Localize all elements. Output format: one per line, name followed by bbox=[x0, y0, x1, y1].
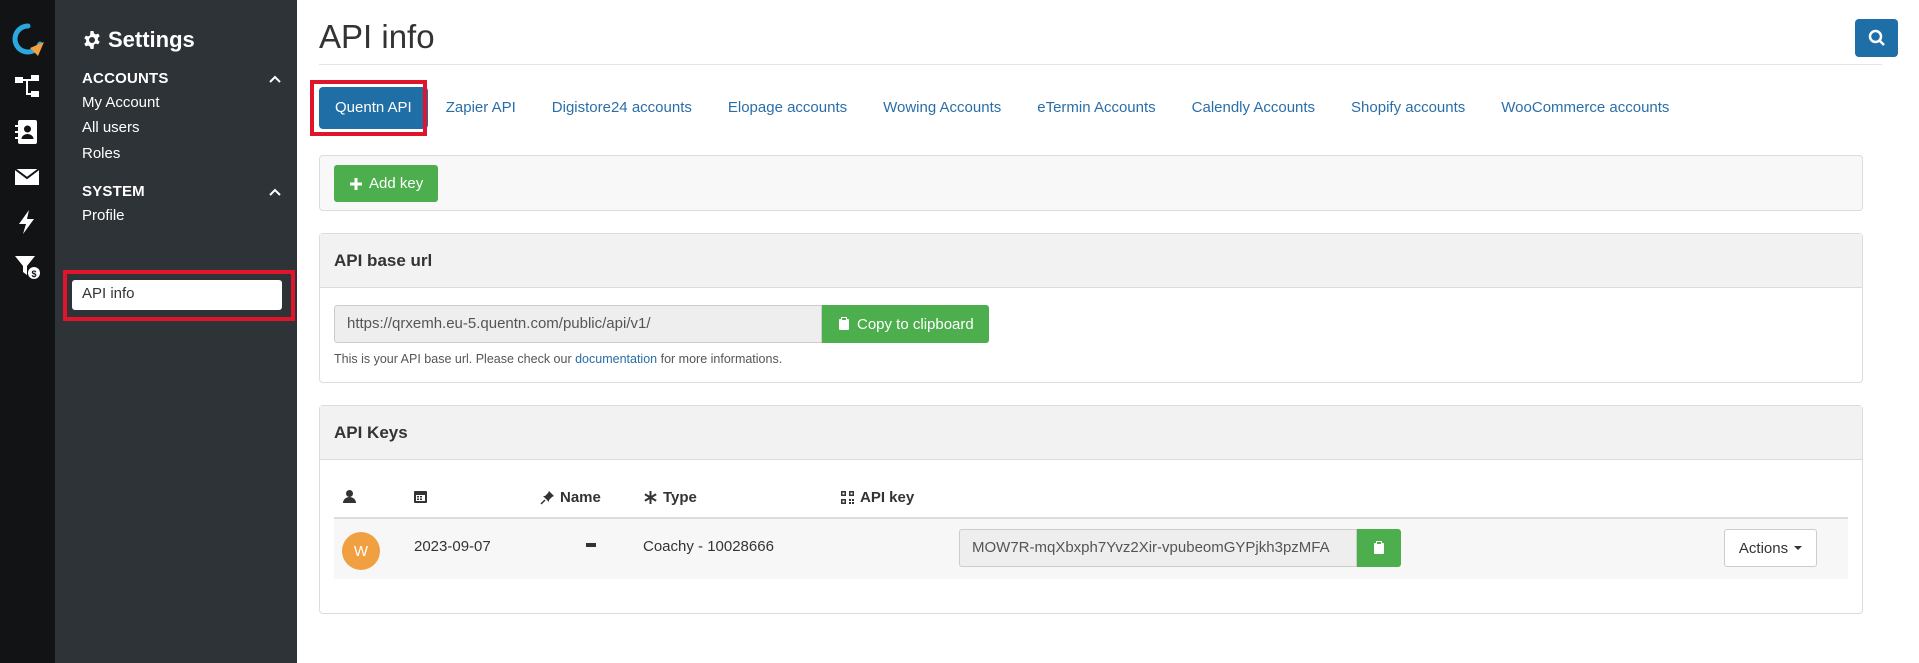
gear-icon bbox=[84, 31, 100, 49]
highlight-box-tab bbox=[310, 80, 427, 136]
api-tabs: Quentn API Zapier API Digistore24 accoun… bbox=[319, 87, 1687, 129]
app-rail: $ bbox=[0, 0, 55, 663]
caret-down-icon bbox=[1794, 546, 1803, 550]
funnel-tree-icon[interactable] bbox=[12, 72, 42, 102]
filter-money-icon[interactable]: $ bbox=[12, 252, 42, 282]
settings-sidebar: Settings ACCOUNTS My Account All users R… bbox=[55, 0, 297, 663]
add-key-label: Add key bbox=[369, 175, 424, 192]
column-header-user[interactable] bbox=[342, 489, 357, 504]
tab-wowing-accounts[interactable]: Wowing Accounts bbox=[865, 87, 1019, 129]
title-divider bbox=[319, 64, 1882, 65]
column-header-name[interactable]: Name bbox=[540, 489, 601, 506]
column-header-name-label: Name bbox=[560, 489, 601, 506]
sidebar-title: Settings bbox=[82, 27, 195, 53]
user-icon bbox=[343, 490, 356, 503]
calendar-icon bbox=[414, 491, 427, 503]
highlight-box-sidebar bbox=[63, 270, 295, 321]
row-type: Coachy - 10028666 bbox=[643, 538, 774, 555]
copy-api-key-button[interactable] bbox=[1357, 529, 1401, 567]
tab-calendly-accounts[interactable]: Calendly Accounts bbox=[1174, 87, 1333, 129]
tab-digistore24-accounts[interactable]: Digistore24 accounts bbox=[534, 87, 710, 129]
column-header-api-key[interactable]: API key bbox=[840, 489, 914, 506]
clipboard-icon bbox=[1374, 541, 1384, 554]
search-icon bbox=[1868, 29, 1885, 46]
row-name-empty bbox=[586, 543, 596, 547]
tab-etermin-accounts[interactable]: eTermin Accounts bbox=[1019, 87, 1173, 129]
column-header-api-key-label: API key bbox=[860, 489, 915, 506]
page-title: API info bbox=[319, 18, 435, 55]
api-keys-heading: API Keys bbox=[320, 406, 1862, 460]
tab-elopage-accounts[interactable]: Elopage accounts bbox=[710, 87, 865, 129]
sidebar-title-text: Settings bbox=[108, 27, 195, 52]
main-content: API info Quentn API Zapier API Digistore… bbox=[297, 0, 1919, 663]
sidebar-item-all-users[interactable]: All users bbox=[82, 119, 140, 136]
add-key-button[interactable]: Add key bbox=[334, 165, 439, 202]
sidebar-item-profile[interactable]: Profile bbox=[82, 207, 125, 224]
help-text-prefix: This is your API base url. Please check … bbox=[334, 352, 572, 366]
tab-woocommerce-accounts[interactable]: WooCommerce accounts bbox=[1483, 87, 1687, 129]
help-text-suffix: for more informations. bbox=[660, 352, 783, 366]
toolbar-panel: Add key bbox=[319, 155, 1863, 211]
asterisk-icon bbox=[644, 491, 657, 504]
contacts-icon[interactable] bbox=[12, 117, 42, 147]
svg-text:$: $ bbox=[31, 269, 36, 279]
api-base-url-help: This is your API base url. Please check … bbox=[334, 352, 782, 366]
avatar: W bbox=[342, 532, 380, 570]
documentation-link[interactable]: documentation bbox=[575, 352, 657, 366]
api-key-field[interactable]: MOW7R-mqXbxph7Yvz2Xir-vpubeomGYPjkh3pzMF… bbox=[959, 529, 1357, 567]
table-row: W 2023-09-07 Coachy - 10028666 MOW7R-mqX… bbox=[334, 519, 1848, 579]
column-header-date[interactable] bbox=[413, 489, 428, 504]
api-base-url-field[interactable]: https://qrxemh.eu-5.quentn.com/public/ap… bbox=[334, 305, 822, 343]
copy-to-clipboard-button[interactable]: Copy to clipboard bbox=[822, 305, 989, 343]
plus-icon bbox=[350, 177, 362, 190]
tab-zapier-api[interactable]: Zapier API bbox=[428, 87, 534, 129]
qrcode-icon bbox=[841, 491, 854, 504]
column-header-type-label: Type bbox=[663, 489, 697, 506]
mail-icon[interactable] bbox=[12, 162, 42, 192]
pin-icon bbox=[540, 491, 554, 505]
api-keys-panel: API Keys Name Type API key W 2023-09-07 … bbox=[319, 405, 1863, 614]
logo-icon[interactable] bbox=[8, 20, 48, 60]
chevron-up-icon bbox=[269, 75, 281, 83]
tab-shopify-accounts[interactable]: Shopify accounts bbox=[1333, 87, 1483, 129]
api-base-url-panel: API base url https://qrxemh.eu-5.quentn.… bbox=[319, 233, 1863, 383]
clipboard-icon bbox=[839, 317, 849, 330]
sidebar-item-roles[interactable]: Roles bbox=[82, 145, 120, 162]
system-heading: SYSTEM bbox=[82, 183, 145, 200]
row-date: 2023-09-07 bbox=[414, 538, 491, 555]
accounts-heading: ACCOUNTS bbox=[82, 70, 169, 87]
chevron-up-icon bbox=[269, 188, 281, 196]
actions-label: Actions bbox=[1738, 539, 1789, 557]
accounts-section-toggle[interactable]: ACCOUNTS bbox=[82, 70, 282, 87]
sidebar-item-my-account[interactable]: My Account bbox=[82, 94, 160, 111]
system-section-toggle[interactable]: SYSTEM bbox=[82, 183, 282, 200]
search-button[interactable] bbox=[1855, 19, 1898, 57]
bolt-icon[interactable] bbox=[12, 207, 42, 237]
copy-to-clipboard-label: Copy to clipboard bbox=[857, 315, 974, 333]
actions-dropdown-button[interactable]: Actions bbox=[1724, 529, 1817, 567]
api-base-url-heading: API base url bbox=[320, 234, 1862, 288]
column-header-type[interactable]: Type bbox=[643, 489, 697, 506]
